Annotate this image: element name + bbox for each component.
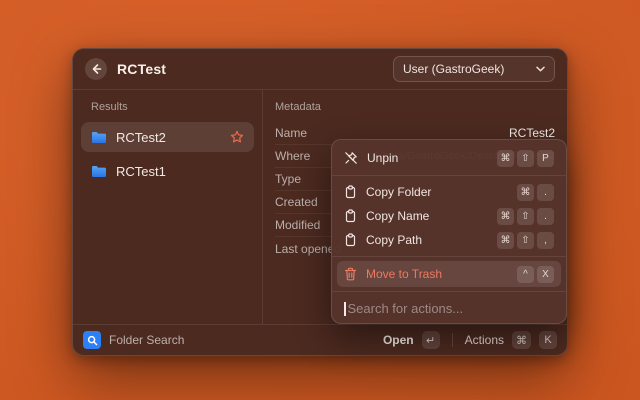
- key-badge: ⌘: [512, 331, 531, 349]
- clipboard-icon: [344, 209, 357, 223]
- search-icon: [87, 335, 98, 346]
- actions-menu: Unpin ⌘ ⇧ P Copy Folder ⌘ .: [331, 139, 567, 324]
- key-badge: X: [537, 266, 554, 283]
- clipboard-icon: [344, 233, 357, 247]
- key-badge: ^: [517, 266, 534, 283]
- folder-item-rctest2[interactable]: RCTest2: [81, 122, 254, 152]
- actions-search-input[interactable]: [348, 301, 555, 316]
- return-key-badge: ↵: [422, 331, 440, 349]
- folder-search-extension-icon: [83, 331, 101, 349]
- actions-search[interactable]: [337, 296, 561, 323]
- metadata-label: Modified: [275, 218, 320, 232]
- metadata-label: Type: [275, 172, 301, 186]
- key-badge: ⌘: [517, 184, 534, 201]
- key-badge: ⌘: [497, 150, 514, 167]
- folder-icon: [91, 165, 107, 178]
- menu-separator: [332, 175, 566, 176]
- menu-item-move-to-trash[interactable]: Move to Trash ^ X: [337, 261, 561, 287]
- key-badge: ⇧: [517, 208, 534, 225]
- folder-icon: [91, 131, 107, 144]
- user-dropdown[interactable]: User (GastroGeek): [393, 56, 555, 82]
- key-badge: ,: [537, 232, 554, 249]
- text-caret: [344, 302, 346, 316]
- results-sidebar: Results RCTest2: [73, 90, 263, 324]
- menu-item-label: Move to Trash: [366, 267, 442, 281]
- folder-item-label: RCTest1: [116, 164, 166, 179]
- folder-item-rctest1[interactable]: RCTest1: [81, 156, 254, 186]
- menu-separator: [332, 256, 566, 257]
- menu-item-copy-name[interactable]: Copy Name ⌘ ⇧ .: [337, 204, 561, 228]
- actions-button[interactable]: Actions: [465, 333, 504, 347]
- back-button[interactable]: [85, 58, 107, 80]
- raycast-window: RCTest User (GastroGeek) Results RCTest2: [72, 48, 568, 356]
- clipboard-icon: [344, 185, 357, 199]
- menu-item-copy-folder[interactable]: Copy Folder ⌘ .: [337, 180, 561, 204]
- key-badge: .: [537, 208, 554, 225]
- star-icon: [230, 130, 244, 144]
- chevron-down-icon: [536, 66, 545, 72]
- results-section-label: Results: [91, 101, 244, 113]
- key-badge: ⌘: [497, 232, 514, 249]
- metadata-label: Created: [275, 195, 318, 209]
- trash-icon: [344, 267, 357, 281]
- metadata-section-label: Metadata: [275, 101, 545, 113]
- user-dropdown-label: User (GastroGeek): [403, 62, 504, 76]
- key-badge: ⇧: [517, 150, 534, 167]
- menu-item-unpin[interactable]: Unpin ⌘ ⇧ P: [337, 145, 561, 171]
- arrow-left-icon: [90, 63, 102, 75]
- menu-item-label: Copy Folder: [366, 185, 431, 199]
- menu-item-label: Unpin: [367, 151, 398, 165]
- metadata-label: Where: [275, 149, 310, 163]
- menu-item-label: Copy Name: [366, 209, 429, 223]
- pin-slash-icon: [344, 151, 358, 165]
- folder-item-label: RCTest2: [116, 130, 166, 145]
- footer-divider: [452, 333, 453, 347]
- window-header: RCTest User (GastroGeek): [73, 49, 567, 89]
- key-badge: ⌘: [497, 208, 514, 225]
- footer-bar: Folder Search Open ↵ Actions ⌘ K: [73, 324, 567, 355]
- extension-label: Folder Search: [109, 333, 184, 347]
- key-badge: P: [537, 150, 554, 167]
- menu-separator: [332, 291, 566, 292]
- menu-item-label: Copy Path: [366, 233, 422, 247]
- key-badge: .: [537, 184, 554, 201]
- page-title: RCTest: [117, 61, 166, 77]
- open-button[interactable]: Open: [383, 333, 414, 347]
- key-badge: ⇧: [517, 232, 534, 249]
- menu-item-copy-path[interactable]: Copy Path ⌘ ⇧ ,: [337, 228, 561, 252]
- key-badge: K: [539, 331, 557, 349]
- metadata-label: Name: [275, 126, 307, 140]
- metadata-value: RCTest2: [509, 126, 555, 140]
